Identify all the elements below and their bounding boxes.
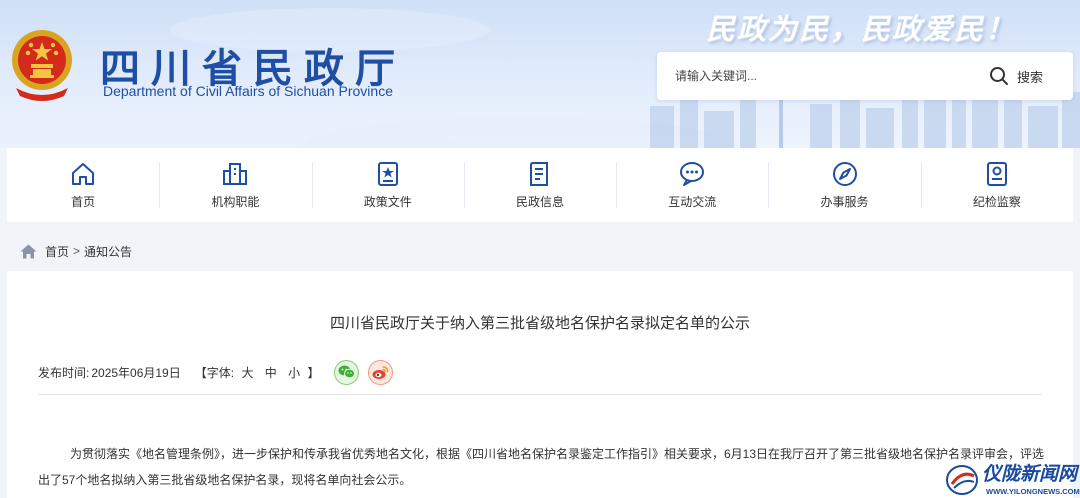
building-icon [223, 163, 248, 185]
wechat-icon [338, 365, 355, 379]
font-size-selector: 【字体: 大 中 小 】 [195, 364, 320, 381]
nav-label: 纪检监察 [972, 195, 1021, 209]
article-panel: 四川省民政厅关于纳入第三批省级地名保护名录拟定名单的公示 发布时间: 2025年… [7, 271, 1073, 498]
font-size-small-link[interactable]: 小 [288, 366, 300, 380]
news-icon [529, 162, 548, 186]
breadcrumb-separator: > [73, 244, 81, 258]
publish-label: 发布时间: [38, 365, 90, 380]
nav-item-news[interactable]: 民政信息 [463, 148, 616, 222]
nav-item-home[interactable]: 首页 [7, 148, 159, 222]
nav-label: 办事服务 [820, 195, 869, 209]
badge-icon [986, 162, 1007, 186]
search-input[interactable] [675, 52, 975, 100]
font-size-medium-link[interactable]: 中 [265, 366, 277, 380]
article-body: 为贯彻落实《地名管理条例》，进一步保护和传承我省优秀地名文化，根据《四川省地名保… [38, 447, 1045, 487]
share-wechat-button[interactable] [333, 359, 359, 385]
font-label-open: 【字体: [194, 365, 235, 380]
nav-label: 民政信息 [515, 195, 564, 209]
publish-date: 2025年06月19日 [91, 365, 181, 380]
nav-item-organization[interactable]: 机构职能 [159, 148, 311, 222]
nav-item-services[interactable]: 办事服务 [768, 148, 920, 222]
nav-item-interaction[interactable]: 互动交流 [616, 148, 768, 222]
home-icon [72, 163, 95, 185]
nav-label: 政策文件 [363, 195, 412, 209]
article-title: 四川省民政厅关于纳入第三批省级地名保护名录拟定名单的公示 [329, 315, 750, 332]
watermark-text: 仪陇新闻网 [982, 463, 1080, 485]
nav-item-policy[interactable]: 政策文件 [311, 148, 464, 222]
search-bar: 搜索 [657, 52, 1073, 100]
nav-label: 机构职能 [211, 195, 260, 209]
national-emblem-logo [12, 30, 72, 101]
compass-icon [832, 162, 857, 186]
news-site-watermark: 仪陇新闻网 WWW.YILONGNEWS.COM [946, 463, 1080, 496]
home-icon [20, 244, 37, 258]
site-header: 四川省民政厅 Department of Civil Affairs of Si… [0, 0, 1080, 148]
search-button[interactable]: 搜索 [989, 60, 1065, 92]
breadcrumb-home-link[interactable]: 首页 [45, 243, 69, 260]
meta-divider [38, 394, 1042, 395]
main-nav: 首页 机构职能 政策文件 民政信息 互动交流 办事服务 纪检监察 [7, 148, 1073, 222]
nav-item-discipline[interactable]: 纪检监察 [920, 148, 1073, 222]
document-star-icon [377, 162, 398, 186]
nav-label: 首页 [71, 195, 96, 209]
font-size-large-link[interactable]: 大 [241, 366, 253, 380]
chat-icon [680, 162, 705, 186]
breadcrumb-current-link[interactable]: 通知公告 [84, 243, 132, 260]
watermark-url: WWW.YILONGNEWS.COM [986, 487, 1080, 496]
breadcrumb: 首页 > 通知公告 [20, 241, 132, 261]
font-label-close: 】 [307, 365, 320, 380]
site-title-english: Department of Civil Affairs of Sichuan P… [103, 83, 393, 99]
search-icon [990, 67, 1008, 85]
share-weibo-button[interactable] [367, 359, 393, 385]
nav-label: 互动交流 [668, 195, 717, 209]
slogan: 民政为民，民政爱民！ [706, 12, 1017, 46]
weibo-icon [372, 365, 388, 379]
search-button-label: 搜索 [1017, 69, 1044, 85]
article-meta: 发布时间: 2025年06月19日 【字体: 大 中 小 】 [38, 359, 393, 385]
